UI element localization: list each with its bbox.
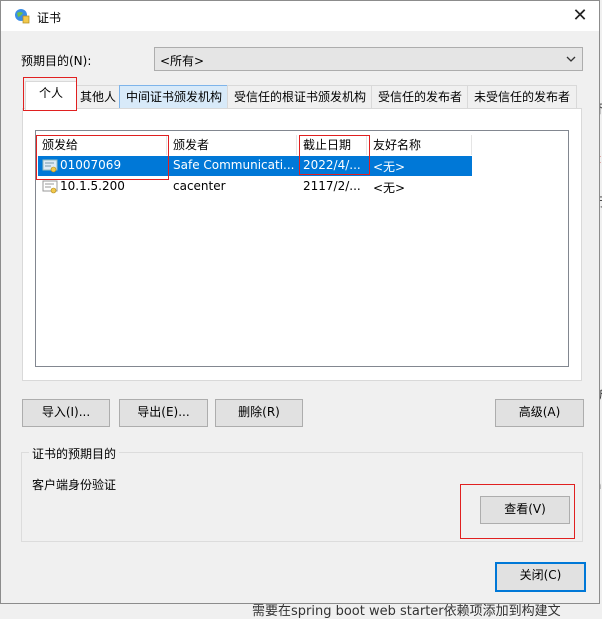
advanced-button[interactable]: 高级(A) <box>495 399 584 427</box>
purpose-label: 预期目的(N): <box>21 54 92 68</box>
cell-expiry: 2117/2/... <box>303 179 361 193</box>
chevron-down-icon <box>566 56 576 62</box>
certificate-icon <box>42 159 58 173</box>
cell-issued-to: 10.1.5.200 <box>60 179 125 193</box>
table-row[interactable]: 10.1.5.200 cacenter 2117/2/... <无> <box>38 177 472 197</box>
certificates-dialog: 证书 ✕ 预期目的(N): <所有> 个人 其他人 中间证书颁发机构 受信任的根… <box>0 0 600 604</box>
intended-purposes-title: 证书的预期目的 <box>29 445 120 462</box>
purpose-select[interactable]: <所有> <box>154 47 583 71</box>
import-button[interactable]: 导入(I)... <box>22 399 110 427</box>
cell-issuer: cacenter <box>173 179 226 193</box>
cell-friendly-name: <无> <box>373 160 406 174</box>
tab-personal[interactable]: 个人 <box>25 81 77 111</box>
export-button[interactable]: 导出(E)... <box>119 399 208 427</box>
close-window-icon[interactable]: ✕ <box>569 5 591 27</box>
cell-friendly-name: <无> <box>373 181 406 195</box>
window-title: 证书 <box>37 11 62 25</box>
tab-intermediate-ca[interactable]: 中间证书颁发机构 <box>119 85 229 109</box>
tab-trusted-publishers[interactable]: 受信任的发布者 <box>371 85 469 109</box>
certificate-icon <box>42 180 58 194</box>
title-bar[interactable]: 证书 ✕ <box>1 1 599 31</box>
tab-other-people[interactable]: 其他人 <box>75 85 121 109</box>
column-header-expiry[interactable]: 截止日期 <box>297 135 372 155</box>
tab-trusted-root-ca[interactable]: 受信任的根证书颁发机构 <box>227 85 373 109</box>
cell-issuer: Safe Communicati... <box>173 158 295 172</box>
view-button[interactable]: 查看(V) <box>480 496 570 524</box>
intended-purposes-value: 客户端身份验证 <box>32 478 117 492</box>
delete-button[interactable]: 删除(R) <box>215 399 303 427</box>
cell-issued-to: 01007069 <box>60 158 122 172</box>
certificate-manager-icon <box>15 9 30 24</box>
tab-untrusted-publishers[interactable]: 未受信任的发布者 <box>467 85 577 109</box>
certificate-list[interactable]: 颁发给 颁发者 截止日期 友好名称 01007069 Safe Communic… <box>35 130 569 367</box>
column-header-issuer[interactable]: 颁发者 <box>167 135 302 155</box>
table-row[interactable]: 01007069 Safe Communicati... 2022/4/... … <box>38 156 472 176</box>
column-header-issued-to[interactable]: 颁发给 <box>36 135 172 155</box>
close-button[interactable]: 关闭(C) <box>495 562 586 592</box>
purpose-selected-value: <所有> <box>160 54 205 68</box>
cell-expiry: 2022/4/... <box>303 158 361 172</box>
column-divider[interactable] <box>471 135 472 155</box>
column-header-friendly-name[interactable]: 友好名称 <box>367 135 477 155</box>
